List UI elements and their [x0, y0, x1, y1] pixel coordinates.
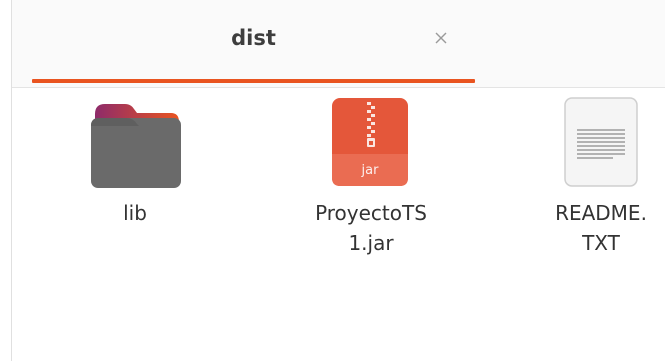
tab-dist[interactable]: dist: [32, 10, 475, 82]
tab-bar: dist: [12, 0, 665, 88]
svg-text:jar: jar: [361, 163, 380, 178]
tab-title: dist: [231, 26, 276, 50]
file-name: ProyectoTS 1.jar: [315, 201, 427, 255]
folder-icon: [91, 104, 181, 188]
file-name: lib: [123, 201, 147, 225]
active-tab-indicator: [32, 79, 475, 83]
text-file-icon: [564, 97, 638, 187]
file-item-lib[interactable]: lib: [75, 96, 195, 228]
close-icon[interactable]: [427, 24, 455, 52]
file-item-proyectots-jar[interactable]: jar ProyectoTS 1.jar: [311, 96, 431, 258]
file-manager-window: dist lib jar ProyectoTS 1.jar README. TX…: [0, 0, 665, 361]
file-name: README. TXT: [555, 201, 647, 255]
jar-archive-icon: jar: [332, 98, 408, 186]
file-item-readme-txt[interactable]: README. TXT: [541, 96, 661, 258]
